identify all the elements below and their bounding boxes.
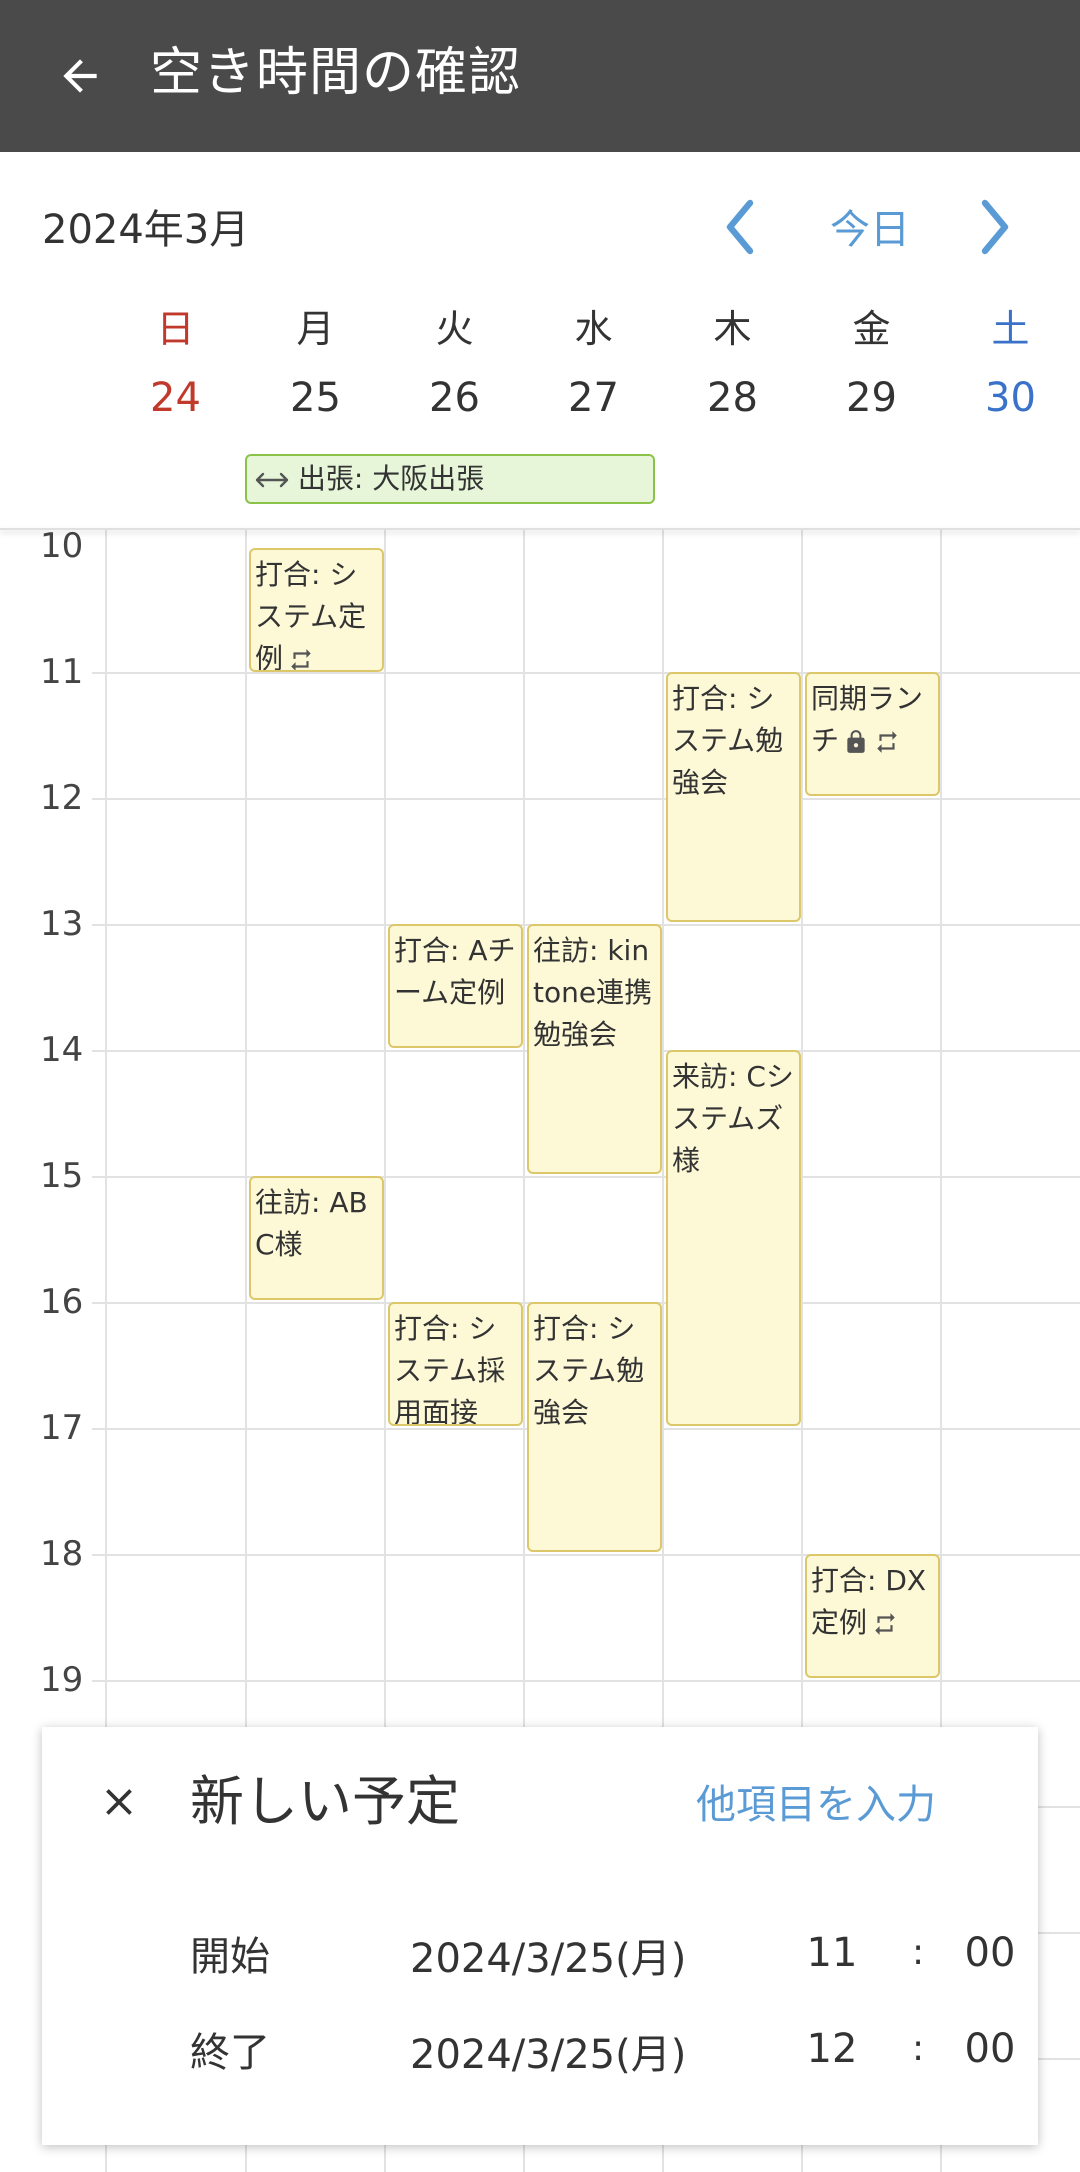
start-minute-field[interactable]: 00 — [950, 1925, 1030, 1981]
day-of-week: 火 — [435, 307, 474, 351]
event-title: 打合: Aチーム定例 — [394, 934, 516, 1009]
repeat-icon — [875, 1613, 895, 1635]
allday-event-title: 出張: 大阪出張 — [297, 462, 485, 495]
more-fields-link[interactable]: 他項目を入力 — [696, 1777, 936, 1833]
day-number: 26 — [429, 375, 480, 421]
day-of-week: 日 — [156, 307, 195, 351]
start-label: 開始 — [190, 1934, 270, 1980]
hour-label: 13 — [40, 904, 84, 944]
day-of-week: 水 — [574, 307, 613, 351]
event-title: 打合: DX定例 — [811, 1564, 927, 1639]
hour-label: 12 — [40, 778, 84, 818]
day-of-week: 月 — [296, 307, 335, 351]
close-button[interactable] — [84, 1767, 154, 1837]
hour-label: 11 — [40, 652, 84, 692]
hour-label: 17 — [40, 1408, 84, 1448]
day-header-sun[interactable]: 日 24 — [106, 300, 245, 438]
page-title: 空き時間の確認 — [150, 43, 522, 103]
repeat-icon — [291, 649, 311, 670]
hour-label: 10 — [40, 530, 84, 566]
event-title: 打合: システム勉強会 — [533, 1312, 645, 1429]
lock-icon — [847, 730, 865, 753]
next-week-button[interactable] — [965, 192, 1025, 262]
chevron-left-icon — [726, 199, 754, 255]
event-title: 打合: システム採用面接 — [394, 1312, 506, 1426]
day-header-tue[interactable]: 火 26 — [385, 300, 524, 438]
day-number: 24 — [150, 375, 201, 421]
event-block[interactable]: 打合: Aチーム定例 — [388, 924, 523, 1048]
day-header-wed[interactable]: 水 27 — [524, 300, 663, 438]
allday-event[interactable]: 出張: 大阪出張 — [245, 454, 655, 504]
day-header-sat[interactable]: 土 30 — [941, 300, 1080, 438]
event-block[interactable]: 同期ランチ — [805, 672, 940, 796]
hour-label: 19 — [40, 1660, 84, 1700]
month-label: 2024年3月 — [42, 207, 250, 253]
day-number: 30 — [985, 375, 1036, 421]
time-separator: : — [912, 1932, 925, 1973]
event-block[interactable]: 打合: システム勉強会 — [666, 672, 801, 922]
event-block[interactable]: 往訪: kintone連携勉強会 — [527, 924, 662, 1174]
hour-label: 18 — [40, 1534, 84, 1574]
app-bar: 空き時間の確認 — [0, 0, 1080, 152]
today-button[interactable]: 今日 — [810, 200, 930, 260]
close-icon — [106, 1789, 132, 1815]
day-of-week: 木 — [713, 307, 752, 351]
day-header-fri[interactable]: 金 29 — [802, 300, 941, 438]
time-separator: : — [912, 2028, 925, 2069]
event-block[interactable]: 打合: システム勉強会 — [527, 1302, 662, 1552]
hour-line — [92, 1176, 1080, 1178]
chevron-right-icon — [981, 199, 1009, 255]
prev-week-button[interactable] — [710, 192, 770, 262]
event-block[interactable]: 打合: DX定例 — [805, 1554, 940, 1678]
repeat-icon — [877, 731, 897, 753]
day-number: 28 — [707, 375, 758, 421]
end-label: 終了 — [190, 2030, 270, 2076]
day-number: 25 — [290, 375, 341, 421]
back-button[interactable] — [40, 36, 120, 116]
double-arrow-icon — [255, 472, 289, 488]
day-of-week: 金 — [852, 307, 891, 351]
header-divider — [0, 528, 1080, 530]
start-date-field[interactable]: 2024/3/25(月) — [410, 1931, 686, 1987]
sheet-title: 新しい予定 — [190, 1770, 460, 1833]
hour-label: 15 — [40, 1156, 84, 1196]
start-hour-field[interactable]: 11 — [792, 1925, 872, 1981]
new-event-sheet: 新しい予定 他項目を入力 開始 2024/3/25(月) 11 : 00 終了 … — [42, 1727, 1038, 2145]
event-block[interactable]: 来訪: Cシステムズ様 — [666, 1050, 801, 1426]
arrow-left-icon — [63, 59, 97, 93]
hour-label: 14 — [40, 1030, 84, 1070]
event-title: 来訪: Cシステムズ様 — [672, 1060, 794, 1177]
day-number: 29 — [846, 375, 897, 421]
hour-line — [92, 1680, 1080, 1682]
event-block[interactable]: 打合: システム採用面接 — [388, 1302, 523, 1426]
end-hour-field[interactable]: 12 — [792, 2021, 872, 2077]
end-minute-field[interactable]: 00 — [950, 2021, 1030, 2077]
event-block[interactable]: 打合: システム定例 — [249, 548, 384, 672]
event-title: 打合: システム勉強会 — [672, 682, 784, 799]
day-header-thu[interactable]: 木 28 — [663, 300, 802, 438]
day-header-mon[interactable]: 月 25 — [246, 300, 385, 438]
day-number: 27 — [568, 375, 619, 421]
end-date-field[interactable]: 2024/3/25(月) — [410, 2027, 686, 2083]
event-title: 往訪: ABC様 — [255, 1186, 368, 1261]
event-block[interactable]: 往訪: ABC様 — [249, 1176, 384, 1300]
hour-line — [92, 798, 1080, 800]
hour-label: 16 — [40, 1282, 84, 1322]
event-title: 往訪: kintone連携勉強会 — [533, 934, 653, 1051]
day-of-week: 土 — [991, 307, 1030, 351]
